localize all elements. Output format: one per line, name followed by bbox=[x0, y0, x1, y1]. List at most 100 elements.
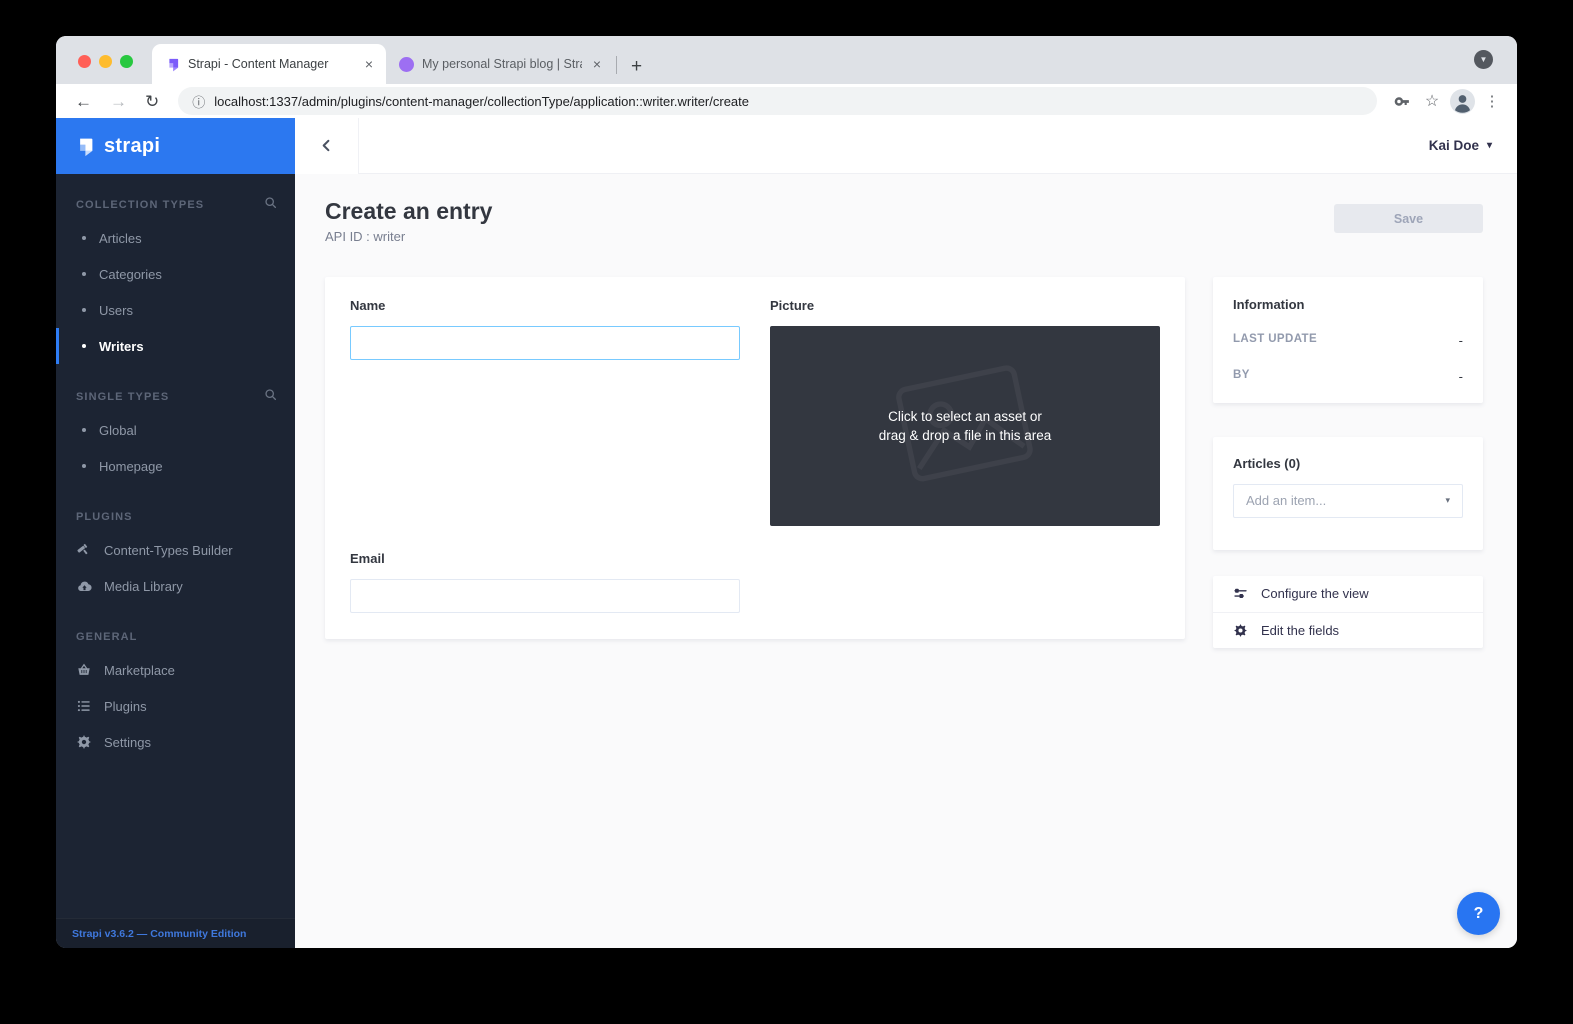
user-menu[interactable]: Kai Doe ▾ bbox=[1429, 138, 1517, 153]
paint-roller-icon bbox=[76, 543, 92, 557]
strapi-logo-icon bbox=[74, 136, 95, 157]
dropzone-text-line2: drag & drop a file in this area bbox=[879, 426, 1052, 445]
sidebar-item-label: Users bbox=[99, 303, 133, 318]
strapi-admin: strapi COLLECTION TYPES Articles Categor… bbox=[56, 118, 1517, 948]
sidebar-item-articles[interactable]: Articles bbox=[56, 220, 295, 256]
zoom-window-button[interactable] bbox=[120, 55, 133, 68]
sidebar-item-marketplace[interactable]: Marketplace bbox=[56, 652, 295, 688]
info-label: BY bbox=[1233, 369, 1250, 384]
shopping-basket-icon bbox=[76, 663, 92, 677]
sidebar-item-global[interactable]: Global bbox=[56, 412, 295, 448]
sidebar-item-users[interactable]: Users bbox=[56, 292, 295, 328]
add-item-select[interactable]: ▾ bbox=[1233, 484, 1463, 518]
search-icon[interactable] bbox=[264, 196, 277, 214]
forward-button[interactable]: → bbox=[103, 91, 134, 112]
view-links-card: Configure the view Edit the fields bbox=[1213, 576, 1483, 648]
page-title: Create an entry bbox=[325, 198, 492, 226]
tab-title: My personal Strapi blog | Strap bbox=[422, 57, 582, 71]
gear-icon bbox=[1233, 624, 1248, 637]
tab-title: Strapi - Content Manager bbox=[188, 57, 354, 71]
information-card: Information LAST UPDATE - BY - bbox=[1213, 277, 1483, 403]
link-label: Configure the view bbox=[1261, 586, 1369, 601]
strapi-favicon-icon bbox=[164, 56, 180, 72]
cloud-upload-icon bbox=[76, 579, 92, 594]
save-button[interactable]: Save bbox=[1334, 204, 1483, 233]
sidebar-item-label: Marketplace bbox=[104, 663, 175, 678]
main-area: Kai Doe ▾ Create an entry API ID : write… bbox=[295, 118, 1517, 948]
browser-menu-icon[interactable]: ⋮ bbox=[1479, 88, 1505, 114]
section-plugins: PLUGINS Content-Types Builder Media Libr… bbox=[56, 502, 295, 604]
profile-avatar[interactable] bbox=[1449, 88, 1475, 114]
strapi-logo[interactable]: strapi bbox=[56, 118, 295, 174]
browser-window: Strapi - Content Manager × My personal S… bbox=[56, 36, 1517, 948]
sidebar-item-label: Categories bbox=[99, 267, 162, 282]
site-info-icon[interactable]: ⓘ bbox=[192, 92, 205, 111]
caret-down-icon: ▾ bbox=[1445, 495, 1450, 506]
bullet-icon bbox=[82, 308, 86, 312]
tab-divider bbox=[616, 56, 617, 74]
email-label: Email bbox=[350, 551, 740, 567]
minimize-window-button[interactable] bbox=[99, 55, 112, 68]
info-value: - bbox=[1459, 333, 1463, 348]
link-label: Edit the fields bbox=[1261, 623, 1339, 638]
configure-view-link[interactable]: Configure the view bbox=[1213, 576, 1483, 612]
sidebar-item-label: Articles bbox=[99, 231, 142, 246]
chevron-down-icon: ▼ bbox=[1480, 55, 1488, 64]
bullet-icon bbox=[82, 464, 86, 468]
sidebar-item-media-library[interactable]: Media Library bbox=[56, 568, 295, 604]
reload-button[interactable]: ↻ bbox=[138, 91, 166, 112]
entry-form-card: Name Email Picture Click to select bbox=[325, 277, 1185, 639]
add-item-input[interactable] bbox=[1246, 493, 1445, 508]
user-name: Kai Doe bbox=[1429, 138, 1479, 153]
browser-toolbar: ← → ↻ ⓘ localhost:1337/admin/plugins/con… bbox=[56, 84, 1517, 118]
sidebar-item-homepage[interactable]: Homepage bbox=[56, 448, 295, 484]
search-icon[interactable] bbox=[264, 388, 277, 406]
traffic-lights bbox=[78, 55, 133, 68]
chevron-left-icon bbox=[319, 138, 334, 153]
bullet-icon bbox=[82, 344, 86, 348]
section-title: COLLECTION TYPES bbox=[76, 199, 264, 211]
tab-strapi-content-manager[interactable]: Strapi - Content Manager × bbox=[152, 44, 386, 84]
section-title: PLUGINS bbox=[76, 511, 277, 523]
section-general: GENERAL Marketplace Plugins bbox=[56, 622, 295, 760]
back-chevron-button[interactable] bbox=[295, 118, 359, 174]
sidebar: strapi COLLECTION TYPES Articles Categor… bbox=[56, 118, 295, 948]
sidebar-item-plugins[interactable]: Plugins bbox=[56, 688, 295, 724]
info-row-by: BY - bbox=[1233, 369, 1463, 384]
sidebar-item-writers[interactable]: Writers bbox=[56, 328, 295, 364]
sidebar-item-settings[interactable]: Settings bbox=[56, 724, 295, 760]
tab-strapi-blog[interactable]: My personal Strapi blog | Strap × bbox=[386, 44, 614, 84]
bullet-icon bbox=[82, 428, 86, 432]
name-input[interactable] bbox=[350, 326, 740, 360]
bookmark-star-icon[interactable]: ☆ bbox=[1419, 88, 1445, 114]
section-single-types: SINGLE TYPES Global Homepage bbox=[56, 382, 295, 484]
picture-label: Picture bbox=[770, 298, 1160, 314]
new-tab-button[interactable]: + bbox=[623, 57, 650, 76]
tab-search-button[interactable]: ▼ bbox=[1474, 50, 1493, 69]
dropzone-text-line1: Click to select an asset or bbox=[888, 407, 1042, 426]
picture-dropzone[interactable]: Click to select an asset or drag & drop … bbox=[770, 326, 1160, 526]
password-key-icon[interactable] bbox=[1389, 88, 1415, 114]
close-tab-icon[interactable]: × bbox=[362, 56, 376, 72]
articles-title: Articles (0) bbox=[1233, 456, 1463, 471]
content-area: Create an entry API ID : writer Save Nam… bbox=[295, 174, 1517, 948]
help-button[interactable]: ? bbox=[1457, 892, 1500, 935]
close-tab-icon[interactable]: × bbox=[590, 56, 604, 72]
tab-strip: Strapi - Content Manager × My personal S… bbox=[56, 36, 1517, 84]
sidebar-item-label: Media Library bbox=[104, 579, 183, 594]
sidebar-item-categories[interactable]: Categories bbox=[56, 256, 295, 292]
blog-favicon-icon bbox=[398, 56, 414, 72]
sidebar-version-footer[interactable]: Strapi v3.6.2 — Community Edition bbox=[56, 918, 295, 948]
info-label: LAST UPDATE bbox=[1233, 333, 1317, 348]
address-bar[interactable]: ⓘ localhost:1337/admin/plugins/content-m… bbox=[178, 87, 1377, 115]
url-text[interactable]: localhost:1337/admin/plugins/content-man… bbox=[214, 94, 749, 109]
back-button[interactable]: ← bbox=[68, 91, 99, 112]
sidebar-item-content-types-builder[interactable]: Content-Types Builder bbox=[56, 532, 295, 568]
information-title: Information bbox=[1233, 297, 1463, 312]
sliders-icon bbox=[1233, 587, 1248, 601]
edit-fields-link[interactable]: Edit the fields bbox=[1213, 612, 1483, 648]
bullet-icon bbox=[82, 272, 86, 276]
close-window-button[interactable] bbox=[78, 55, 91, 68]
email-input[interactable] bbox=[350, 579, 740, 613]
sidebar-item-label: Homepage bbox=[99, 459, 163, 474]
